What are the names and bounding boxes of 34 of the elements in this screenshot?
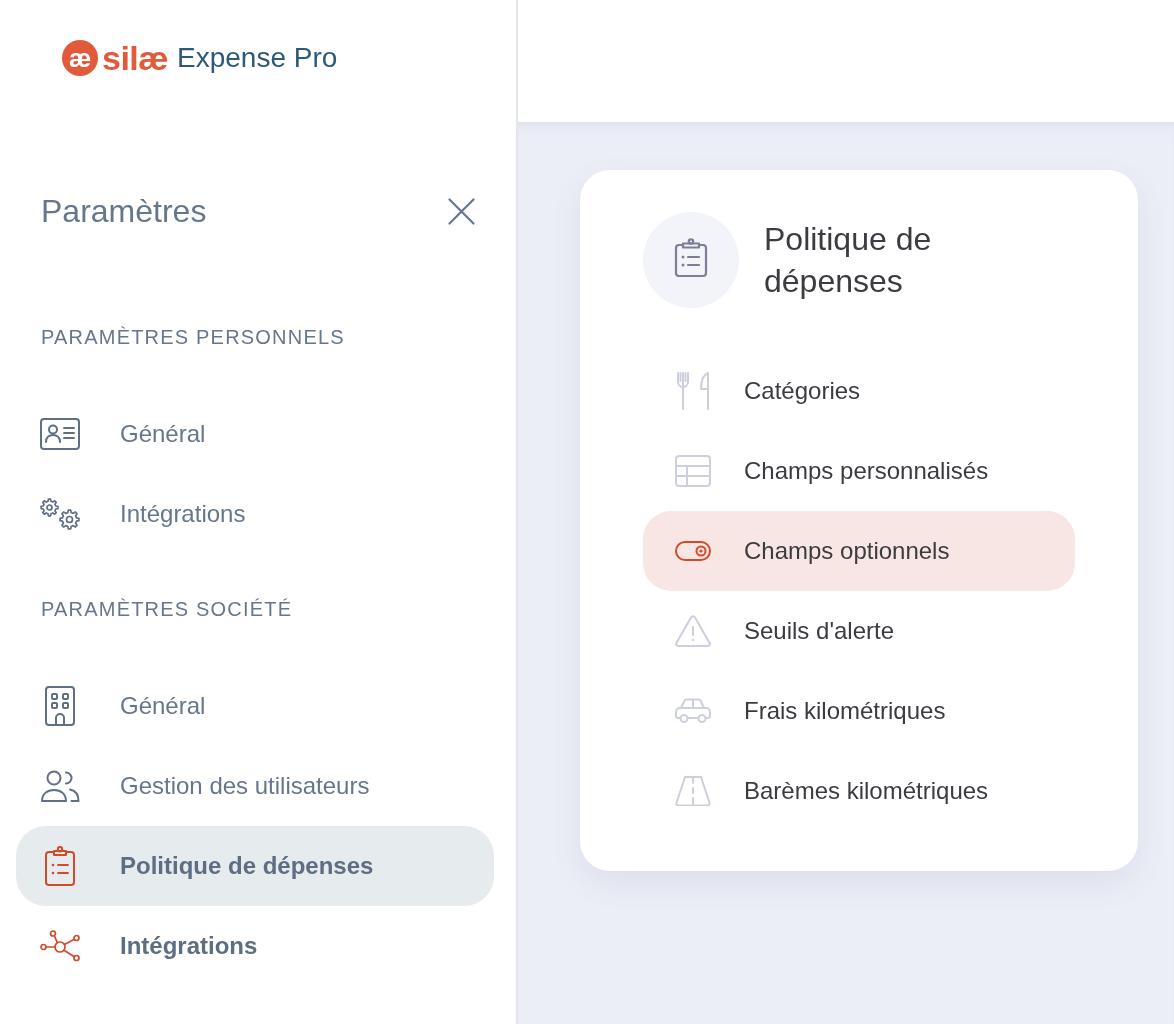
nav-item[interactable]: Intégrations <box>16 906 494 986</box>
sidebar-title: Paramètres <box>41 192 207 230</box>
id-card-icon <box>40 418 80 450</box>
section-heading: PARAMÈTRES PERSONNELS <box>41 325 345 350</box>
toggle-icon <box>675 541 711 561</box>
close-icon <box>448 197 475 225</box>
menu-item[interactable]: Catégories <box>643 351 1075 431</box>
table-icon <box>675 455 711 487</box>
close-button[interactable] <box>448 197 475 225</box>
gears-icon <box>40 498 80 530</box>
menu-item[interactable]: Frais kilométriques <box>643 671 1075 751</box>
cutlery-icon <box>676 372 710 410</box>
card-title: Politique de dépenses <box>764 220 933 301</box>
building-icon <box>45 686 75 726</box>
brand-name: silæ <box>102 40 169 76</box>
road-icon <box>675 776 711 806</box>
menu-item[interactable]: Barèmes kilométriques <box>643 751 1075 831</box>
menu-item[interactable]: Champs optionnels <box>643 511 1075 591</box>
section-heading: PARAMÈTRES SOCIÉTÉ <box>41 597 293 622</box>
users-icon <box>40 770 80 802</box>
clipboard-icon <box>45 846 75 886</box>
nav-item[interactable]: Gestion des utilisateurs <box>16 746 494 826</box>
nav-item[interactable]: Général <box>16 394 494 474</box>
nav-item[interactable]: Politique de dépenses <box>16 826 494 906</box>
menu-item[interactable]: Seuils d'alerte <box>643 591 1075 671</box>
logo-mark: æ <box>62 40 98 76</box>
clipboard-icon <box>643 212 739 308</box>
car-icon <box>675 698 711 724</box>
warning-icon <box>675 615 711 647</box>
nav-item[interactable]: Intégrations <box>16 474 494 554</box>
network-icon <box>40 930 80 962</box>
nav-item[interactable]: Général <box>16 666 494 746</box>
menu-item[interactable]: Champs personnalisés <box>643 431 1075 511</box>
product-name: Expense Pro <box>177 41 338 75</box>
